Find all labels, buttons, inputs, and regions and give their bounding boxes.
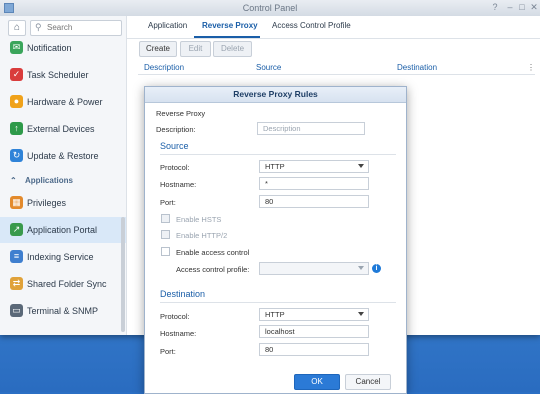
- source-hostname-label: Hostname:: [160, 180, 197, 189]
- dialog-subtitle: Reverse Proxy: [156, 109, 206, 118]
- sidebar-item-notification[interactable]: ✉ Notification: [0, 35, 126, 61]
- create-button[interactable]: Create: [139, 41, 177, 57]
- source-protocol-select[interactable]: HTTP: [259, 160, 369, 173]
- enable-hsts-label: Enable HSTS: [176, 215, 222, 224]
- enable-hsts-checkbox[interactable]: [161, 214, 170, 223]
- index-icon: ≡: [10, 250, 23, 263]
- sidebar-scrollbar[interactable]: [121, 217, 125, 332]
- ok-button[interactable]: OK: [294, 374, 340, 390]
- sidebar-item-external-devices[interactable]: ↑ External Devices: [0, 116, 126, 142]
- sidebar-item-label: Privileges: [27, 198, 67, 208]
- sidebar-item-label: Terminal & SNMP: [27, 306, 99, 316]
- refresh-icon: ↻: [10, 149, 23, 162]
- destination-port-label: Port:: [160, 347, 176, 356]
- chevron-down-icon: [358, 164, 364, 168]
- folder-sync-icon: ⇄: [10, 277, 23, 290]
- tab-bar: Application Reverse Proxy Access Control…: [127, 16, 540, 39]
- chevron-down-icon: [358, 312, 364, 316]
- sidebar-item-task-scheduler[interactable]: ✓ Task Scheduler: [0, 62, 126, 88]
- info-icon[interactable]: i: [372, 264, 381, 273]
- tab-reverse-proxy[interactable]: Reverse Proxy: [202, 21, 258, 30]
- sidebar-item-privileges[interactable]: ▦ Privileges: [0, 190, 126, 216]
- enable-http2-label: Enable HTTP/2: [176, 231, 228, 240]
- search-input[interactable]: [47, 22, 117, 33]
- destination-protocol-select[interactable]: HTTP: [259, 308, 369, 321]
- title-bar[interactable]: Control Panel ? – □ ✕: [0, 0, 540, 17]
- column-destination[interactable]: Destination: [397, 63, 437, 72]
- chevron-down-icon: [358, 266, 364, 270]
- minimize-icon[interactable]: –: [505, 3, 515, 12]
- help-icon[interactable]: ?: [490, 3, 500, 12]
- chevron-up-icon: ⌃: [10, 176, 17, 185]
- sidebar-item-indexing-service[interactable]: ≡ Indexing Service: [0, 244, 126, 270]
- cancel-button[interactable]: Cancel: [345, 374, 391, 390]
- section-label: Applications: [24, 176, 73, 185]
- tab-access-control-profile[interactable]: Access Control Profile: [272, 21, 351, 30]
- portal-icon: ↗: [10, 223, 23, 236]
- column-source[interactable]: Source: [256, 63, 281, 72]
- sidebar-item-shared-folder-sync[interactable]: ⇄ Shared Folder Sync: [0, 271, 126, 297]
- source-protocol-label: Protocol:: [160, 163, 190, 172]
- search-box[interactable]: ⚲: [30, 20, 122, 36]
- enable-access-control-checkbox[interactable]: [161, 247, 170, 256]
- table-header: Description Source Destination ⋮: [138, 61, 535, 75]
- dialog-title[interactable]: Reverse Proxy Rules: [145, 87, 406, 103]
- sidebar-item-update-restore[interactable]: ↻ Update & Restore: [0, 143, 126, 169]
- divider: [160, 302, 396, 303]
- active-tab-indicator: [194, 36, 260, 38]
- enable-http2-checkbox[interactable]: [161, 230, 170, 239]
- destination-protocol-label: Protocol:: [160, 312, 190, 321]
- sidebar-item-label: Update & Restore: [27, 151, 99, 161]
- destination-hostname-field[interactable]: localhost: [259, 325, 369, 338]
- description-label: Description:: [156, 125, 196, 134]
- maximize-icon[interactable]: □: [517, 3, 527, 12]
- sidebar-item-label: Application Portal: [27, 225, 98, 235]
- source-hostname-field[interactable]: *: [259, 177, 369, 190]
- source-port-field[interactable]: 80: [259, 195, 369, 208]
- reverse-proxy-rules-dialog: Reverse Proxy Rules Reverse Proxy Descri…: [144, 86, 407, 394]
- sidebar-item-label: Notification: [27, 43, 72, 53]
- sidebar-item-label: External Devices: [27, 124, 95, 134]
- divider: [160, 154, 396, 155]
- sidebar-item-label: Hardware & Power: [27, 97, 103, 107]
- close-icon[interactable]: ✕: [529, 3, 539, 12]
- sidebar-item-application-portal[interactable]: ↗ Application Portal: [0, 217, 126, 243]
- access-control-profile-select[interactable]: [259, 262, 369, 275]
- destination-heading: Destination: [160, 289, 206, 299]
- tab-application[interactable]: Application: [148, 21, 187, 30]
- sidebar: ⌂ ⚲ ✉ Notification ✓ Task Scheduler ● Ha…: [0, 16, 127, 335]
- sidebar-item-terminal-snmp[interactable]: ▭ Terminal & SNMP: [0, 298, 126, 324]
- source-heading: Source: [160, 141, 189, 151]
- terminal-icon: ▭: [10, 304, 23, 317]
- sidebar-item-label: Shared Folder Sync: [27, 279, 107, 289]
- column-menu-icon[interactable]: ⋮: [527, 63, 535, 72]
- destination-port-field[interactable]: 80: [259, 343, 369, 356]
- home-icon[interactable]: ⌂: [8, 20, 26, 36]
- source-port-label: Port:: [160, 198, 176, 207]
- lightbulb-icon: ●: [10, 95, 23, 108]
- source-protocol-value: HTTP: [265, 162, 285, 171]
- edit-button[interactable]: Edit: [180, 41, 211, 57]
- sidebar-item-hardware-power[interactable]: ● Hardware & Power: [0, 89, 126, 115]
- privileges-icon: ▦: [10, 196, 23, 209]
- search-icon: ⚲: [35, 22, 42, 32]
- access-control-profile-label: Access control profile:: [176, 265, 250, 274]
- sidebar-section-applications[interactable]: ⌃ Applications: [10, 176, 73, 185]
- destination-hostname-label: Hostname:: [160, 329, 197, 338]
- upload-icon: ↑: [10, 122, 23, 135]
- sidebar-item-label: Indexing Service: [27, 252, 94, 262]
- description-field[interactable]: Description: [257, 122, 365, 135]
- window-title: Control Panel: [242, 3, 298, 13]
- sidebar-item-label: Task Scheduler: [27, 70, 89, 80]
- notification-icon: ✉: [10, 41, 23, 54]
- delete-button[interactable]: Delete: [213, 41, 252, 57]
- destination-protocol-value: HTTP: [265, 310, 285, 319]
- calendar-icon: ✓: [10, 68, 23, 81]
- enable-access-control-label: Enable access control: [176, 248, 250, 257]
- column-description[interactable]: Description: [144, 63, 184, 72]
